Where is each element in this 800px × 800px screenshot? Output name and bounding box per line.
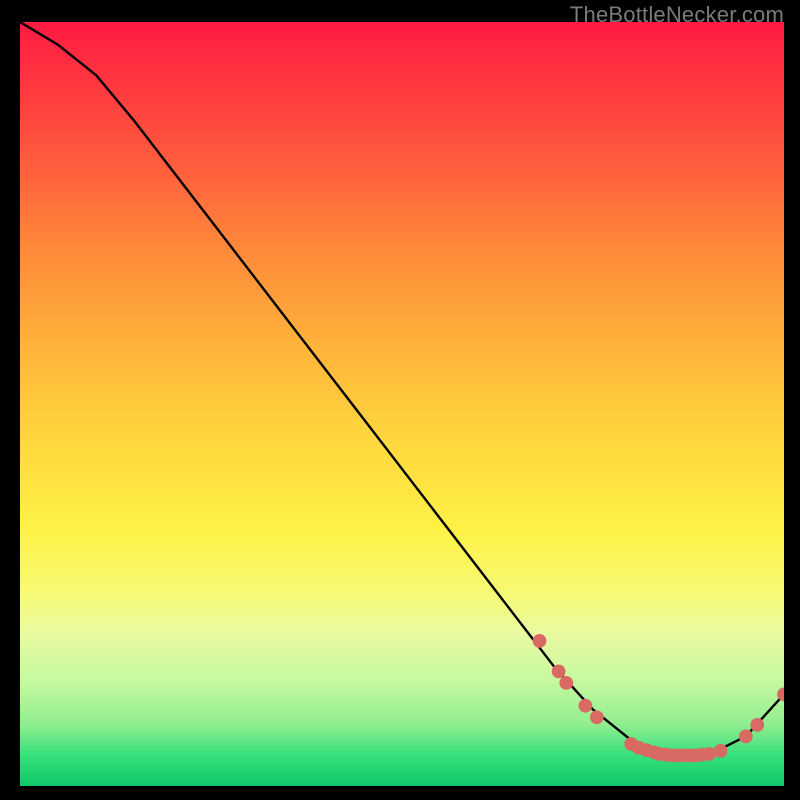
marker-dot: [714, 744, 728, 758]
marker-dot: [533, 634, 547, 648]
highlight-markers: [533, 634, 784, 762]
plot-area: [20, 22, 784, 786]
marker-dot: [578, 699, 592, 713]
chart-frame: TheBottleNecker.com: [0, 0, 800, 800]
marker-dot: [739, 729, 753, 743]
marker-dot: [559, 676, 573, 690]
marker-dot: [750, 718, 764, 732]
marker-dot: [552, 665, 566, 679]
marker-dot: [590, 710, 604, 724]
chart-svg: [20, 22, 784, 786]
bottleneck-curve: [20, 22, 784, 755]
